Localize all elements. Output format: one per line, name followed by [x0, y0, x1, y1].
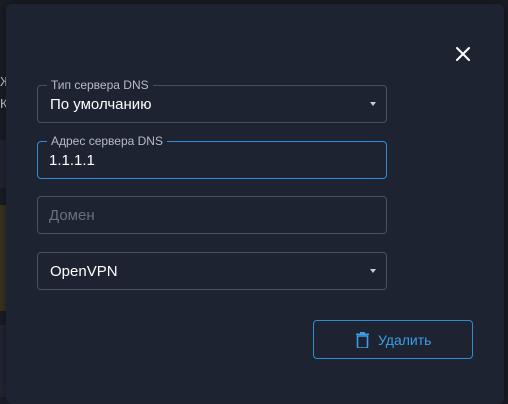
close-icon — [456, 47, 470, 61]
dns-server-type-select[interactable]: Тип сервера DNS По умолчанию — [37, 78, 387, 123]
delete-button-label: Удалить — [378, 332, 432, 348]
dns-server-type-label: Тип сервера DNS — [47, 78, 153, 92]
domain-field[interactable] — [37, 196, 387, 234]
dns-server-address-input[interactable] — [49, 150, 369, 170]
close-button[interactable] — [453, 44, 473, 64]
domain-input[interactable] — [49, 205, 369, 225]
protocol-value: OpenVPN — [50, 263, 118, 280]
delete-button[interactable]: Удалить — [313, 320, 473, 359]
dns-settings-dialog: Тип сервера DNS По умолчанию Адрес серве… — [6, 4, 504, 404]
chevron-down-icon — [370, 102, 376, 106]
chevron-down-icon — [370, 269, 376, 273]
dns-server-type-value: По умолчанию — [50, 96, 152, 113]
protocol-select[interactable]: OpenVPN — [37, 252, 387, 290]
trash-icon — [356, 332, 369, 348]
dns-server-address-field[interactable]: Адрес сервера DNS — [37, 134, 387, 179]
dns-server-address-label: Адрес сервера DNS — [47, 134, 167, 148]
